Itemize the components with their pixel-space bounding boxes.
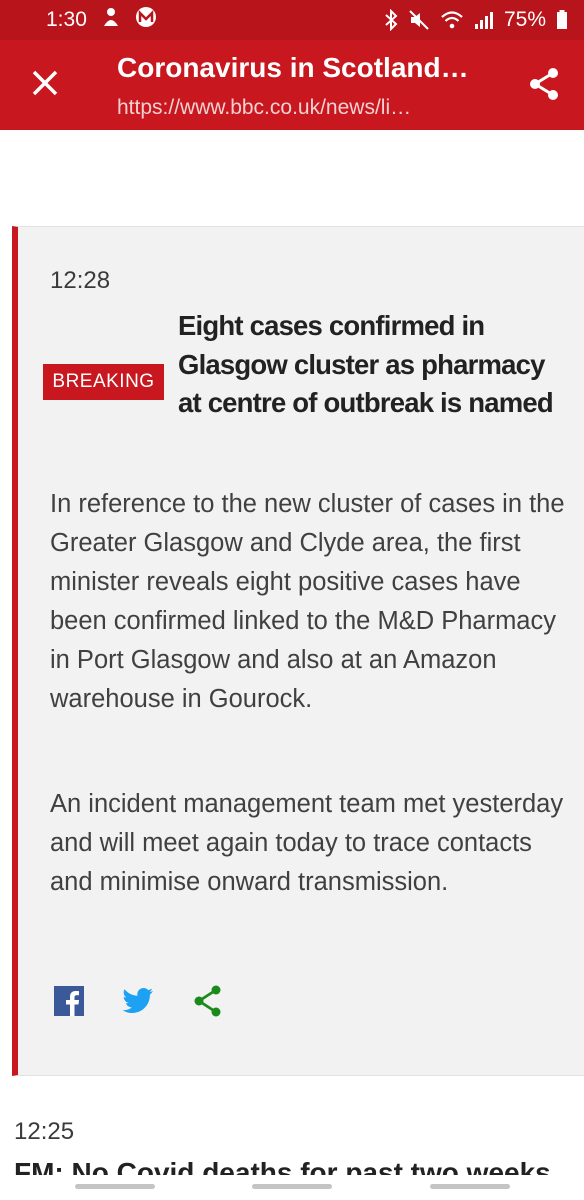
facebook-icon xyxy=(54,985,84,1021)
post-paragraph: An incident management team met yesterda… xyxy=(50,790,564,896)
next-post-headline[interactable]: FM: No Covid deaths for past two weeks xyxy=(14,1153,574,1175)
live-post-card: 12:28 BREAKING Eight cases confirmed in … xyxy=(12,226,584,1076)
status-bar: 1:30 75% xyxy=(0,0,584,40)
battery-icon xyxy=(556,9,568,31)
status-time: 1:30 xyxy=(46,8,87,31)
post-time: 12:28 xyxy=(50,267,111,294)
recent-apps-button[interactable] xyxy=(75,1184,155,1189)
next-post-time: 12:25 xyxy=(14,1118,75,1145)
app-bar: Coronavirus in Scotland… https://www.bbc… xyxy=(0,40,584,130)
app-m-icon xyxy=(135,6,157,34)
navigation-bar xyxy=(0,1175,584,1200)
page-title: Coronavirus in Scotland… xyxy=(117,52,469,83)
twitter-icon xyxy=(122,987,154,1019)
wifi-icon xyxy=(440,9,464,31)
mute-icon xyxy=(408,9,430,31)
share-icon xyxy=(527,67,561,106)
post-headline: Eight cases confirmed in Glasgow cluster… xyxy=(178,310,554,418)
page-url: https://www.bbc.co.uk/news/li… xyxy=(117,96,412,119)
back-button[interactable] xyxy=(430,1184,510,1189)
signal-icon xyxy=(474,9,494,31)
home-button[interactable] xyxy=(252,1184,332,1189)
close-button[interactable] xyxy=(24,64,66,106)
more-share-button[interactable] xyxy=(188,983,228,1023)
facebook-share-button[interactable] xyxy=(52,983,86,1023)
bluetooth-icon xyxy=(384,9,398,31)
share-icon xyxy=(193,985,223,1022)
notification-icon xyxy=(101,6,121,34)
twitter-share-button[interactable] xyxy=(118,983,158,1023)
post-paragraph: In reference to the new cluster of cases… xyxy=(50,490,565,713)
close-icon xyxy=(30,68,60,103)
breaking-badge: BREAKING xyxy=(43,364,164,400)
share-button[interactable] xyxy=(522,64,566,108)
battery-percent: 75% xyxy=(503,8,546,31)
